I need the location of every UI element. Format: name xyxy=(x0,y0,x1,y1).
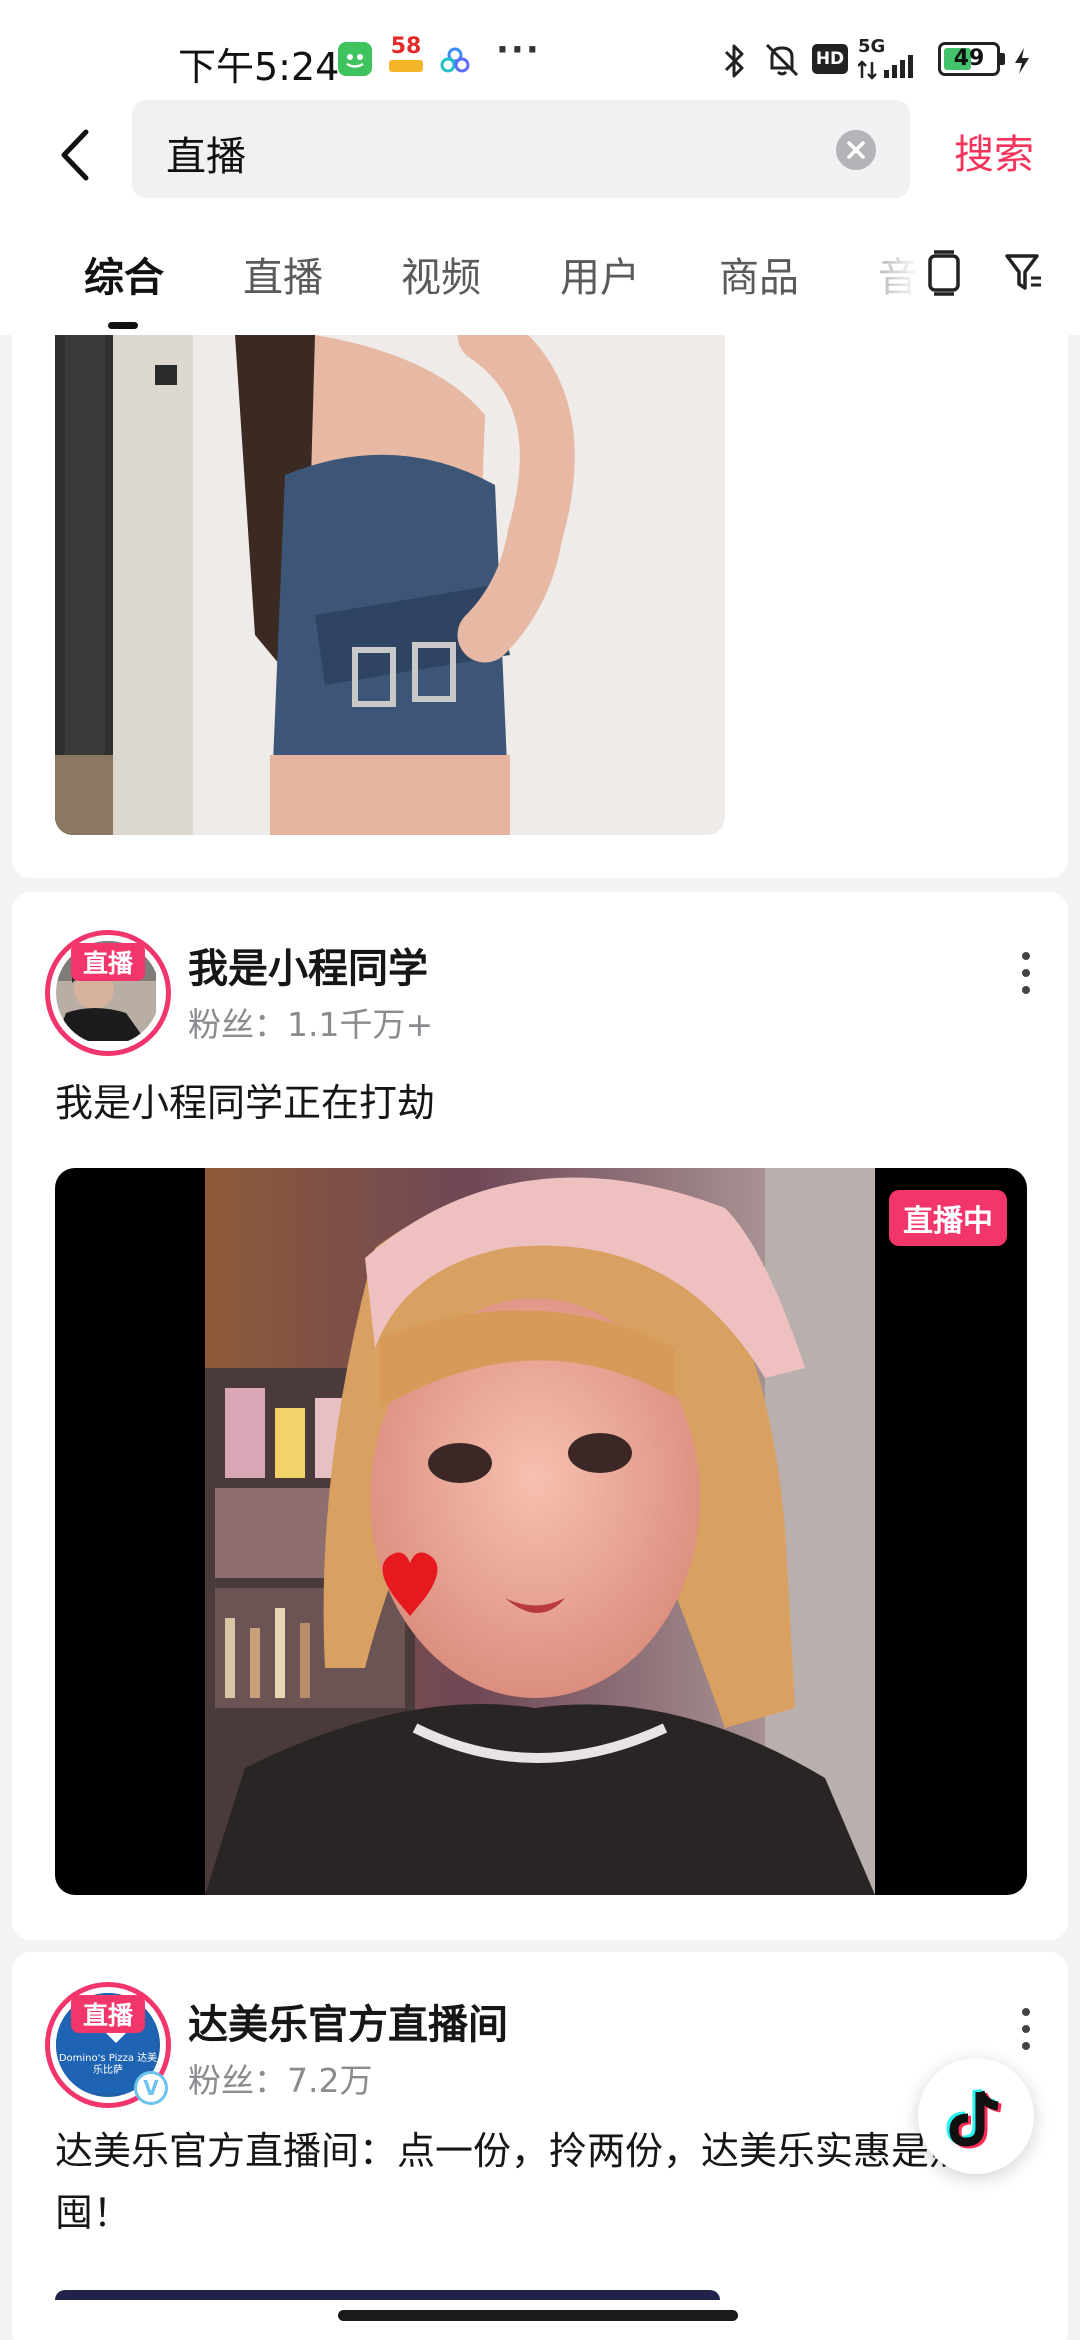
tab-live[interactable]: 直播 xyxy=(243,245,323,303)
tab-comprehensive[interactable]: 综合 xyxy=(84,245,164,303)
tab-products[interactable]: 商品 xyxy=(719,245,799,303)
clear-search-icon[interactable] xyxy=(836,130,876,170)
avatar-live-chip: 直播 xyxy=(70,943,146,981)
hd-voice-icon: HD xyxy=(812,44,848,74)
live-stream-preview[interactable]: 直播中 xyxy=(55,1168,1027,1895)
search-query[interactable]: 直播 xyxy=(166,124,246,182)
live-caption: 我是小程同学正在打劫 xyxy=(55,1081,436,1125)
active-tab-indicator xyxy=(108,322,138,329)
phone-frame-icon[interactable] xyxy=(926,250,962,296)
brand-caption: 达美乐官方直播间：点一份，拎两份，达美乐实惠是热囤！ xyxy=(55,2129,968,2235)
verified-badge-icon: V xyxy=(134,2071,168,2105)
brand-name[interactable]: 达美乐官方直播间 xyxy=(188,1992,508,2050)
next-thumbnail-edge xyxy=(55,2290,720,2300)
back-chevron-icon[interactable] xyxy=(50,120,100,190)
video-result-card[interactable] xyxy=(12,335,1068,878)
fans-count: 粉丝：1.1千万+ xyxy=(188,1005,434,1044)
wechat-app-icon xyxy=(338,42,372,76)
filter-icon[interactable] xyxy=(1004,250,1044,294)
video-thumbnail-image xyxy=(55,335,725,835)
tiktok-logo-icon xyxy=(946,2088,1002,2149)
search-input[interactable]: 直播 xyxy=(132,100,910,198)
app-58-icon: 58 xyxy=(386,36,426,80)
live-result-card[interactable]: 直播 我是小程同学 粉丝：1.1千万+ 我是小程同学正在打劫 直播中 xyxy=(12,892,1068,1940)
more-options-icon[interactable] xyxy=(1016,952,1036,1002)
bluetooth-icon xyxy=(724,44,744,78)
user-name[interactable]: 我是小程同学 xyxy=(188,936,428,994)
signal-icon xyxy=(858,55,913,80)
mute-bell-icon xyxy=(765,43,799,77)
home-indicator[interactable] xyxy=(338,2310,738,2321)
brand-avatar[interactable]: Domino's Pizza 达美乐比萨 直播 V xyxy=(45,1982,171,2108)
more-notifications-icon: ··· xyxy=(496,30,541,70)
stream-frame-image xyxy=(205,1168,875,1895)
result-tabs: 综合 直播 视频 用户 商品 音 xyxy=(0,210,1080,335)
user-avatar[interactable]: 直播 xyxy=(45,930,171,1056)
avatar-live-chip-2: 直播 xyxy=(70,1995,146,2033)
live-result-card-2[interactable]: Domino's Pizza 达美乐比萨 直播 V 达美乐官方直播间 粉丝：7.… xyxy=(12,1952,1068,2340)
douyin-fab[interactable] xyxy=(918,2058,1034,2174)
brand-fans-count: 粉丝：7.2万 xyxy=(188,2061,373,2100)
tab-video[interactable]: 视频 xyxy=(401,245,481,303)
search-header: 直播 搜索 xyxy=(0,100,1080,210)
tab-users[interactable]: 用户 xyxy=(560,245,640,303)
stream-frame xyxy=(205,1168,875,1895)
status-bar: 下午5:24 58 ··· HD 5G 49 xyxy=(0,0,1080,100)
battery-icon: 49 xyxy=(938,42,1005,76)
video-thumbnail[interactable] xyxy=(55,335,725,835)
tab-fade xyxy=(860,210,920,335)
status-time: 下午5:24 xyxy=(178,45,340,89)
charging-icon xyxy=(1015,48,1029,74)
search-button[interactable]: 搜索 xyxy=(954,122,1034,180)
live-now-badge: 直播中 xyxy=(889,1190,1007,1246)
more-options-icon-2[interactable] xyxy=(1016,2008,1036,2058)
battery-level: 49 xyxy=(953,46,985,71)
baidu-netdisk-icon xyxy=(440,47,470,73)
